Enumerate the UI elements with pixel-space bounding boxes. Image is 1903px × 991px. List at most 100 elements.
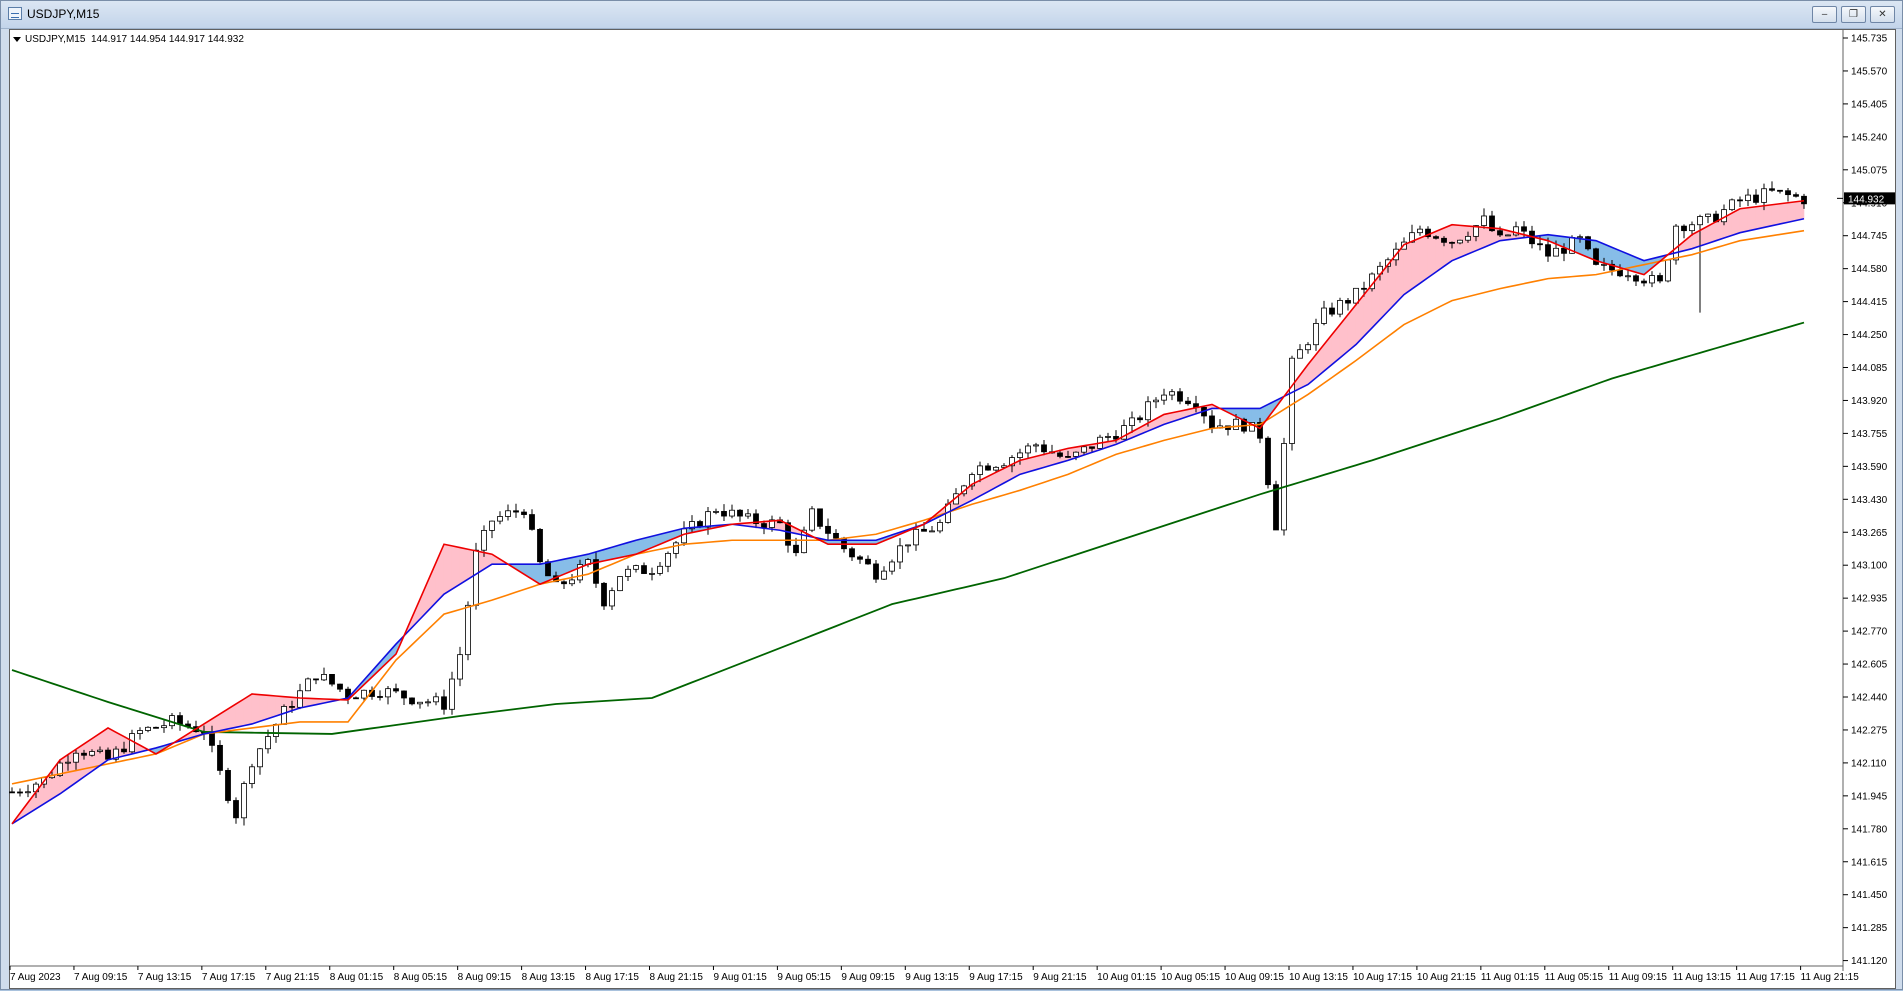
time-tick-label: 11 Aug 09:15 (1609, 972, 1668, 983)
candle-body (1681, 225, 1687, 232)
candle-body (1585, 236, 1591, 250)
candle-body (825, 525, 831, 534)
candle-body (657, 565, 663, 574)
candle (241, 781, 247, 826)
candle-body (721, 511, 727, 517)
time-tick-label: 7 Aug 17:15 (202, 972, 256, 983)
price-tick-label: 142.440 (1851, 693, 1888, 704)
price-chart[interactable]: 145.735 145.570 145.405 145.240 145.075 144.9… (1, 1, 1903, 991)
candle (337, 683, 343, 693)
candle-body (625, 568, 631, 577)
candle-body (97, 749, 103, 752)
time-tick-label: 11 Aug 05:15 (1545, 972, 1604, 983)
ma-cloud-segment (1419, 234, 1429, 284)
candle-body (177, 715, 183, 725)
candle (393, 683, 399, 694)
candle-body (401, 690, 407, 699)
candle-body (745, 513, 751, 517)
price-tick-label: 145.570 (1851, 66, 1888, 77)
candle-body (321, 674, 327, 681)
time-tick-label: 10 Aug 01:15 (1097, 972, 1156, 983)
candle-body (609, 590, 615, 607)
candle-body (1457, 239, 1463, 244)
candle (881, 566, 887, 580)
candle-body (889, 561, 895, 572)
candle-body (1313, 323, 1319, 346)
ma-cloud-segment (1787, 201, 1797, 223)
candle (377, 690, 383, 701)
candle-body (1105, 436, 1111, 438)
candle-body (1025, 445, 1031, 454)
candle (833, 529, 839, 539)
candle (1505, 234, 1511, 237)
candle (225, 767, 231, 804)
candle (313, 678, 319, 685)
candle-body (1521, 226, 1527, 232)
time-tick-label: 8 Aug 21:15 (650, 972, 704, 983)
ma-cloud-segment (443, 543, 453, 595)
price-tick-label: 144.085 (1851, 363, 1888, 374)
candle (817, 508, 823, 530)
candle-body (737, 509, 743, 517)
time-tick-label: 10 Aug 21:15 (1417, 972, 1476, 983)
candle-body (65, 761, 71, 764)
candle-body (633, 565, 639, 570)
candle-body (1153, 399, 1159, 403)
candle (673, 541, 679, 559)
candle-body (265, 736, 271, 750)
price-tick-label: 141.945 (1851, 791, 1888, 802)
candle-body (1161, 394, 1167, 401)
candle-body (137, 730, 143, 734)
candle-body (9, 791, 15, 794)
candle (465, 601, 471, 661)
candle-body (561, 581, 567, 585)
candle-body (1745, 194, 1751, 202)
long-ma-line (11, 321, 1805, 735)
candle (1177, 388, 1183, 405)
candle (1729, 198, 1735, 212)
candle-body (1769, 188, 1775, 191)
time-tick-label: 11 Aug 13:15 (1673, 972, 1732, 983)
candle-body (1625, 275, 1631, 278)
candle (745, 508, 751, 519)
candle-body (25, 791, 31, 794)
candle (521, 509, 527, 519)
ma-cloud-segment (267, 695, 277, 720)
candle (401, 690, 407, 706)
candle (505, 504, 511, 521)
candle-body (1081, 446, 1087, 453)
candle (1161, 388, 1167, 405)
candle-body (913, 528, 919, 546)
candle (897, 538, 903, 569)
candle (489, 520, 495, 539)
candle (233, 797, 239, 824)
candle-body (409, 697, 415, 705)
candle (1657, 272, 1663, 284)
candle-body (481, 529, 487, 551)
candle (729, 504, 735, 519)
candle-body (681, 528, 687, 544)
candle-body (1329, 307, 1335, 315)
candle (161, 720, 167, 733)
time-tick-label: 10 Aug 13:15 (1289, 972, 1348, 983)
candle (449, 671, 455, 715)
candle-body (1785, 190, 1791, 196)
candle-body (1353, 287, 1359, 304)
candle (641, 562, 647, 574)
candle (665, 551, 671, 573)
candle-body (601, 582, 607, 607)
candle-body (465, 604, 471, 656)
candle-body (1017, 452, 1023, 458)
candle (905, 544, 911, 553)
candle (297, 683, 303, 710)
candle-body (809, 508, 815, 531)
candle (497, 511, 503, 525)
time-tick-label: 9 Aug 01:15 (713, 972, 767, 983)
candle-body (505, 510, 511, 517)
candle-body (161, 725, 167, 729)
time-tick-label: 9 Aug 13:15 (905, 972, 959, 983)
fast-ma-line (11, 199, 1805, 825)
candle-body (1137, 417, 1143, 421)
candle-body (929, 530, 935, 533)
candle-body (1433, 236, 1439, 239)
